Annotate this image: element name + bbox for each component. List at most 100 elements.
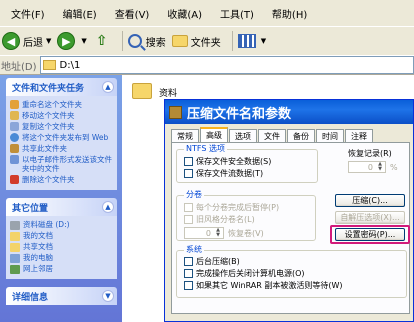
places-panel-title: 其它位置 (12, 203, 49, 214)
task-publish-web[interactable]: 将这个文件夹发布到 Web (10, 133, 113, 142)
tab-backup[interactable]: 备份 (287, 129, 315, 142)
menu-favorites[interactable]: 收藏(A) (158, 6, 211, 21)
details-panel-title: 详细信息 (12, 292, 49, 303)
folder-icon (42, 60, 56, 70)
place-data-disk[interactable]: 资料磁盘 (D:) (10, 220, 113, 230)
address-field[interactable]: D:\1 (39, 56, 414, 74)
tab-general[interactable]: 常规 (171, 129, 199, 142)
folder-icon[interactable] (132, 83, 152, 99)
advanced-tab-panel: NTFS 选项 保存文件安全数据(S) 保存文件流数据(T) 恢复记录(R) 0… (171, 142, 410, 314)
copy-icon (10, 122, 19, 131)
tab-advanced[interactable]: 高级 (200, 127, 228, 142)
volumes-group-label: 分卷 (184, 190, 204, 199)
folder-up-icon: ⇧ (95, 33, 108, 49)
back-label: 后退 (23, 37, 43, 49)
checkbox-box[interactable] (184, 269, 193, 278)
recovery-volumes-value: 0 (205, 228, 211, 238)
folders-label: 文件夹 (190, 37, 221, 49)
task-move-folder[interactable]: 移动这个文件夹 (10, 111, 113, 120)
places-panel-header[interactable]: 其它位置 ▲ (6, 198, 117, 216)
task-label: 重命名这个文件夹 (22, 100, 82, 109)
spinner-arrows-icon[interactable]: ▲ ▼ (375, 162, 385, 172)
address-label: 地址(D) (1, 61, 37, 73)
tasks-panel-title: 文件和文件夹任务 (12, 83, 85, 94)
task-rename-folder[interactable]: 重命名这个文件夹 (10, 100, 113, 109)
compress-button[interactable]: 压缩(C)... (335, 194, 405, 207)
menu-view[interactable]: 查看(V) (106, 6, 159, 21)
folder-icon (10, 242, 20, 252)
checkbox-box[interactable] (184, 257, 193, 266)
expand-icon[interactable]: ▼ (102, 290, 114, 302)
collapse-icon[interactable]: ▲ (102, 201, 114, 213)
spinner-arrows-icon[interactable]: ▲ ▼ (213, 228, 223, 238)
forward-arrow-icon: ▶ (57, 32, 76, 50)
background-compress-checkbox[interactable]: 后台压缩(B) (184, 256, 240, 267)
recovery-record-value: 0 (367, 162, 373, 172)
move-icon (10, 111, 19, 120)
checkbox-box[interactable] (184, 215, 193, 224)
place-my-computer[interactable]: 我的电脑 (10, 253, 113, 263)
back-button[interactable]: ◀ 后退 ▼ (2, 32, 51, 50)
rename-icon (10, 100, 19, 109)
tab-comment[interactable]: 注释 (345, 129, 373, 142)
dialog-tabs: 常规 高级 选项 文件 备份 时间 注释 (171, 127, 374, 142)
search-icon (127, 34, 142, 48)
chevron-down-icon[interactable]: ▼ (81, 37, 86, 45)
save-streams-checkbox[interactable]: 保存文件流数据(T) (184, 168, 263, 179)
menu-bar: 文件(F) 编辑(E) 查看(V) 收藏(A) 工具(T) 帮助(H) (0, 0, 414, 26)
address-value: D:\1 (59, 59, 81, 71)
toolbar: ◀ 后退 ▼ ▶ ▼ ⇧ 搜索 文件夹 ▼ (0, 26, 414, 55)
folders-button[interactable]: 文件夹 (171, 34, 221, 49)
recovery-volumes-spinner[interactable]: 0 ▲ ▼ (184, 227, 224, 239)
dialog-titlebar[interactable]: 压缩文件名和参数 (165, 100, 413, 124)
place-label: 我的电脑 (23, 253, 53, 262)
place-shared-documents[interactable]: 共享文档 (10, 242, 113, 252)
wait-other-winrar-checkbox[interactable]: 如果其它 WinRAR 副本被激活则等待(W) (184, 280, 343, 291)
task-share-folder[interactable]: 共享此文件夹 (10, 144, 113, 153)
task-copy-folder[interactable]: 复制这个文件夹 (10, 122, 113, 131)
checkbox-label: 完成操作后关闭计算机电源(O) (196, 269, 305, 278)
checkbox-label: 旧风格分卷名(L) (196, 215, 255, 224)
checkbox-label: 如果其它 WinRAR 副本被激活则等待(W) (196, 281, 343, 290)
checkbox-box[interactable] (184, 281, 193, 290)
network-icon (10, 264, 20, 274)
task-email-files[interactable]: 以电子邮件形式发送该文件夹中的文件 (10, 155, 113, 173)
collapse-icon[interactable]: ▲ (102, 81, 114, 93)
task-delete-folder[interactable]: 删除这个文件夹 (10, 175, 113, 184)
tab-files[interactable]: 文件 (258, 129, 286, 142)
checkbox-box[interactable] (184, 203, 193, 212)
checkbox-box[interactable] (184, 157, 193, 166)
tasks-panel-body: 重命名这个文件夹 移动这个文件夹 复制这个文件夹 将这个文件夹发布到 Web 共… (6, 96, 117, 190)
checkbox-box[interactable] (184, 169, 193, 178)
forward-button[interactable]: ▶ ▼ (57, 32, 87, 50)
place-network[interactable]: 网上邻居 (10, 264, 113, 274)
save-security-checkbox[interactable]: 保存文件安全数据(S) (184, 156, 271, 167)
menu-edit[interactable]: 编辑(E) (54, 6, 106, 21)
up-button[interactable]: ⇧ (93, 32, 111, 50)
shutdown-after-checkbox[interactable]: 完成操作后关闭计算机电源(O) (184, 268, 305, 279)
search-button[interactable]: 搜索 (127, 34, 166, 49)
tab-options[interactable]: 选项 (229, 129, 257, 142)
views-button[interactable]: ▼ (237, 34, 266, 48)
set-password-button[interactable]: 设置密码(P)... (335, 228, 405, 241)
menu-file[interactable]: 文件(F) (2, 6, 54, 21)
recovery-unit: % (390, 163, 398, 172)
recovery-record-spinner[interactable]: 0 ▲ ▼ (348, 161, 386, 173)
old-style-volume-names-checkbox[interactable]: 旧风格分卷名(L) (184, 214, 255, 225)
chevron-down-icon[interactable]: ▼ (46, 37, 51, 45)
pause-after-volume-checkbox[interactable]: 每个分卷完成后暂停(P) (184, 202, 279, 213)
place-my-documents[interactable]: 我的文档 (10, 231, 113, 241)
menu-tools[interactable]: 工具(T) (211, 6, 263, 21)
sfx-options-button[interactable]: 自解压选项(X)... (335, 211, 405, 224)
tasks-panel-header[interactable]: 文件和文件夹任务 ▲ (6, 78, 117, 96)
dialog-buttons-strip (165, 311, 414, 321)
tab-time[interactable]: 时间 (316, 129, 344, 142)
menu-help[interactable]: 帮助(H) (263, 6, 316, 21)
task-label: 删除这个文件夹 (22, 175, 75, 184)
details-panel-header[interactable]: 详细信息 ▼ (6, 287, 117, 305)
computer-icon (10, 253, 20, 263)
folder-name[interactable]: 资料 (159, 86, 177, 99)
web-publish-icon (10, 133, 19, 142)
system-group-label: 系统 (184, 245, 204, 254)
archive-dialog: 压缩文件名和参数 常规 高级 选项 文件 备份 时间 注释 NTFS 选项 保存… (164, 99, 414, 322)
